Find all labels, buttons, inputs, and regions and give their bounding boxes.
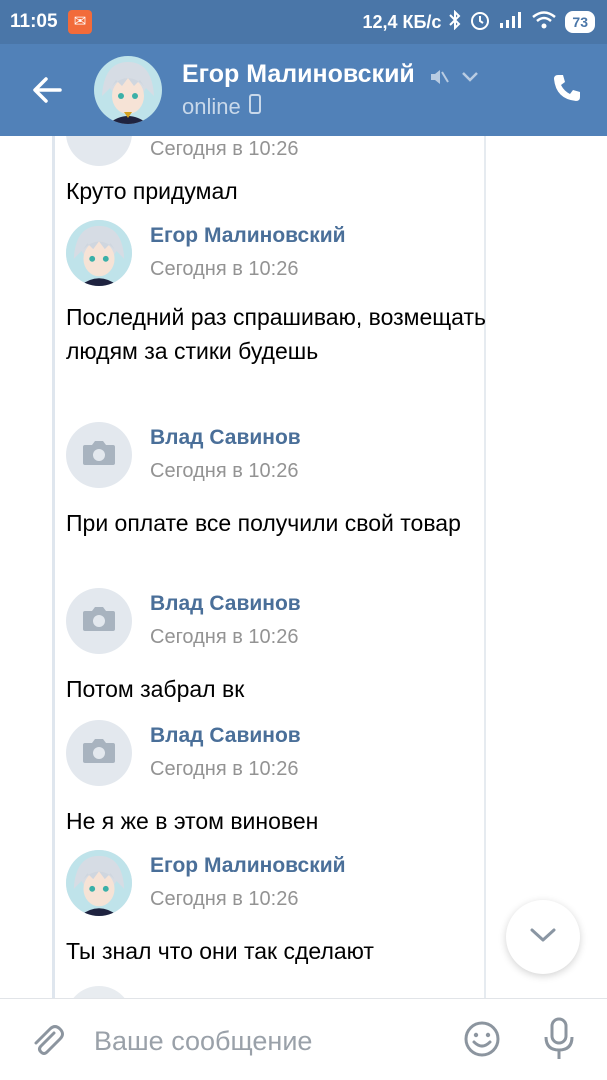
chevron-down-icon[interactable] — [460, 66, 480, 93]
message-list[interactable]: Сегодня в 10:26 Круто придумал Егор Мали… — [0, 136, 607, 998]
sender-name[interactable]: Влад Савинов — [150, 724, 301, 748]
contact-status: online — [182, 94, 261, 120]
message-header: Сегодня в 10:26 — [66, 136, 486, 170]
sender-avatar[interactable] — [66, 986, 132, 998]
camera-icon — [81, 605, 117, 638]
sender-name[interactable]: Егор Малиновский — [150, 224, 346, 248]
message-text: Круто придумал — [66, 178, 238, 204]
message-text: Не я же в этом виновен — [66, 808, 319, 834]
phone-icon[interactable] — [551, 72, 583, 104]
message-header: Влад Савинов Сегодня в 10:26 — [66, 422, 486, 492]
message-header: Егор Малиновский Сегодня в 10:26 — [66, 850, 486, 920]
message-text: Потом забрал вк — [66, 676, 245, 702]
message-time: Сегодня в 10:26 — [150, 138, 299, 160]
message-time: Сегодня в 10:26 — [150, 758, 299, 780]
sender-avatar[interactable] — [66, 850, 132, 916]
message-text: При оплате все получили свой товар — [66, 510, 461, 536]
header-status-icons — [428, 66, 480, 93]
sender-avatar[interactable] — [66, 136, 132, 166]
message-header: Влад Савинов Сегодня в 10:26 — [66, 720, 486, 790]
mobile-icon — [248, 94, 261, 120]
sender-avatar[interactable] — [66, 422, 132, 488]
forwarded-quote-line — [52, 136, 55, 998]
status-indicators: 12,4 КБ/с 73 — [362, 9, 595, 36]
network-speed: 12,4 КБ/с — [362, 11, 442, 32]
sender-name[interactable]: Влад Савинов — [150, 426, 301, 450]
message-item: Сегодня в 10:26 Круто придумал — [66, 136, 486, 208]
sender-avatar[interactable] — [66, 220, 132, 286]
message-item: Егор Малиновский Сегодня в 10:26 Ты знал… — [66, 850, 486, 968]
message-time: Сегодня в 10:26 — [150, 888, 299, 910]
camera-icon — [81, 439, 117, 472]
paperclip-icon[interactable] — [28, 1021, 66, 1059]
wifi-icon — [531, 10, 557, 35]
message-item: Егор Малиновский Сегодня в 10:26 Последн… — [66, 220, 486, 368]
notification-icon: ✉ — [68, 10, 92, 34]
status-time: 11:05 — [10, 11, 58, 32]
microphone-icon[interactable] — [542, 1017, 576, 1061]
contact-avatar[interactable] — [94, 56, 162, 124]
chat-header: Егор Малиновский online — [0, 44, 607, 136]
message-item: Влад Савинов Сегодня в 10:26 Не я же в э… — [66, 720, 486, 838]
message-time: Сегодня в 10:26 — [150, 460, 299, 482]
alarm-icon — [469, 9, 491, 36]
camera-icon — [81, 737, 117, 770]
message-header: Влад Савинов Сегодня в 10:26 — [66, 588, 486, 658]
message-header: Егор Малиновский Сегодня в 10:26 — [66, 220, 486, 290]
battery-indicator: 73 — [565, 11, 595, 33]
sender-avatar[interactable] — [66, 720, 132, 786]
message-time: Сегодня в 10:26 — [150, 626, 299, 648]
message-item: Влад Савинов Сегодня в 10:26 При оплате … — [66, 422, 486, 540]
bluetooth-icon — [449, 9, 461, 35]
message-text: Последний раз спрашиваю, возмещать людям… — [66, 304, 486, 364]
online-status-text: online — [182, 94, 241, 119]
back-arrow-icon[interactable] — [30, 72, 66, 108]
message-input[interactable] — [94, 1021, 434, 1061]
message-text: Ты знал что они так сделают — [66, 938, 374, 964]
message-time: Сегодня в 10:26 — [150, 258, 299, 280]
sender-name[interactable]: Влад Савинов — [150, 592, 301, 616]
muted-icon — [428, 66, 450, 93]
contact-name[interactable]: Егор Малиновский — [182, 60, 415, 89]
message-item: Влад Савинов Сегодня в 10:26 Потом забра… — [66, 588, 486, 706]
message-input-bar — [0, 998, 607, 1080]
status-bar: 11:05 ✉ 12,4 КБ/с 73 — [0, 0, 607, 44]
sender-name[interactable]: Егор Малиновский — [150, 854, 346, 878]
sender-avatar[interactable] — [66, 588, 132, 654]
emoji-icon[interactable] — [462, 1019, 502, 1059]
scroll-to-bottom-button[interactable] — [506, 900, 580, 974]
chevron-down-icon — [528, 926, 558, 949]
signal-icon — [499, 11, 523, 34]
